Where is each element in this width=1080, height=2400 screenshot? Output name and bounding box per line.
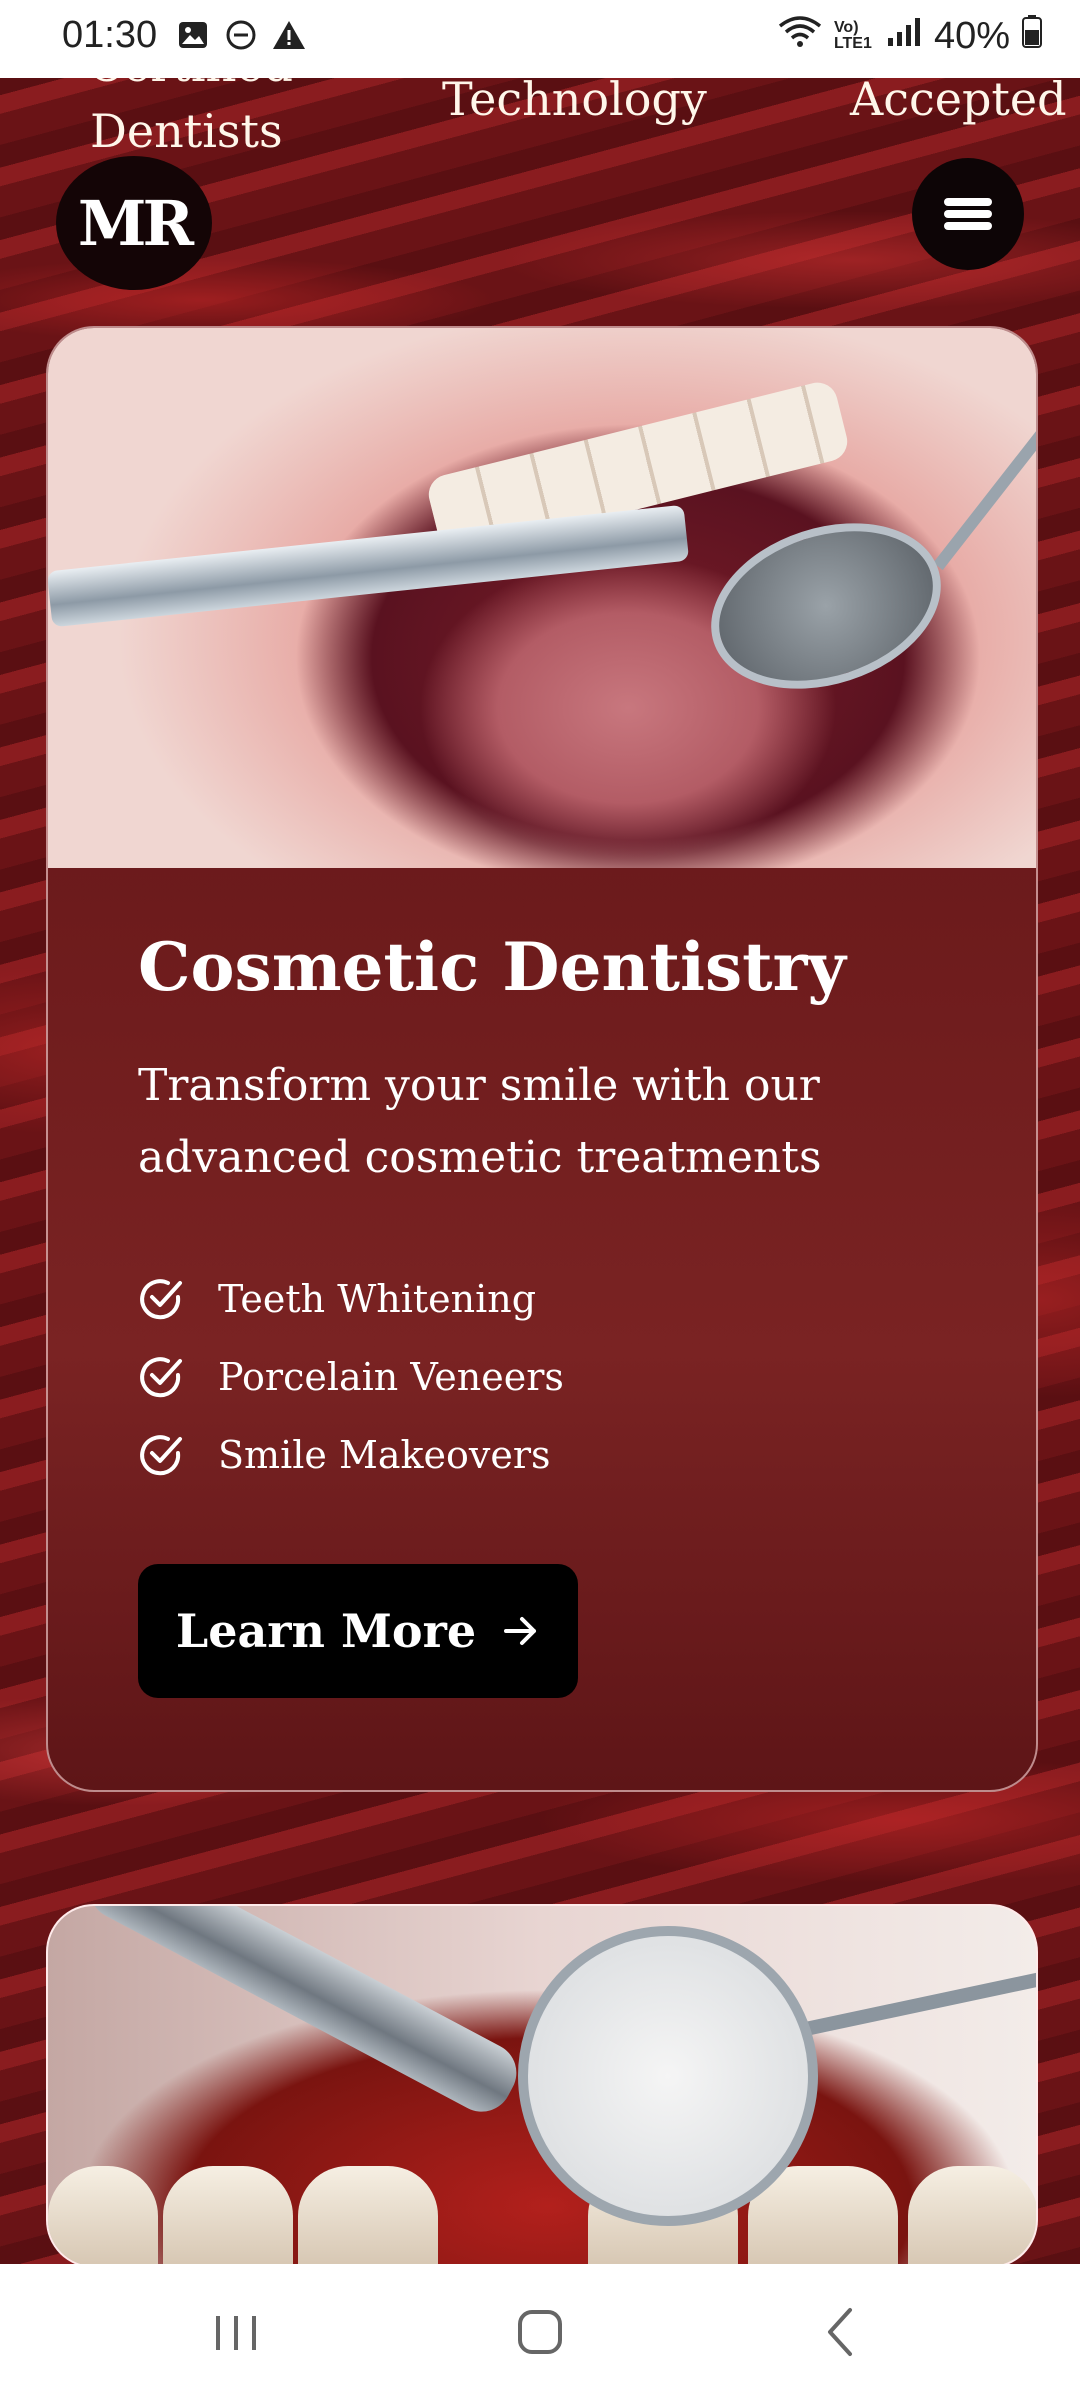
image-icon [176,18,210,52]
card-description: Transform your smile with our advanced c… [138,1060,822,1183]
back-icon[interactable] [812,2302,872,2362]
recents-icon[interactable] [206,2302,266,2362]
braces-photo [48,328,1036,868]
arrow-right-icon [504,1617,537,1645]
check-circle-icon [140,1435,182,1476]
feature-label: Teeth Whitening [218,1277,537,1321]
status-time: 01:30 [62,14,158,56]
strip-item-dentists: Dentists [90,104,283,158]
network-label: Vo) LTE1 [833,19,872,52]
logo-text: MR [77,186,194,260]
learn-more-label: Learn More [175,1604,477,1658]
feature-label: Porcelain Veneers [218,1355,564,1399]
home-icon[interactable] [510,2302,570,2362]
menu-button[interactable] [912,158,1024,270]
wifi-icon [778,14,822,58]
card-title: Cosmetic Dentistry [138,928,846,1006]
check-circle-icon [140,1279,182,1320]
battery-icon [1022,14,1042,58]
status-bar: 01:30 Vo) LTE1 40% [0,0,1080,78]
service-card-cleaning [46,1904,1038,2268]
site-logo[interactable]: MR [56,156,212,290]
system-nav-bar [0,2264,1080,2400]
check-circle-icon [140,1357,182,1398]
signal-icon [886,15,922,58]
service-card-cosmetic: Cosmetic Dentistry Transform your smile … [46,326,1038,1792]
list-item: Porcelain Veneers [138,1338,998,1416]
strip-item-accepted: Accepted [850,72,1067,126]
battery-percent: 40% [933,14,1010,57]
feature-list: Teeth Whitening Porcelain Veneers Smile … [138,1260,998,1494]
feature-label: Smile Makeovers [218,1433,551,1477]
dnd-icon [224,18,258,52]
alert-icon [272,18,306,52]
list-item: Teeth Whitening [138,1260,998,1338]
cleaning-photo [48,1906,1036,2266]
strip-item-technology: Technology [442,72,707,126]
learn-more-button[interactable]: Learn More [138,1564,578,1698]
list-item: Smile Makeovers [138,1416,998,1494]
